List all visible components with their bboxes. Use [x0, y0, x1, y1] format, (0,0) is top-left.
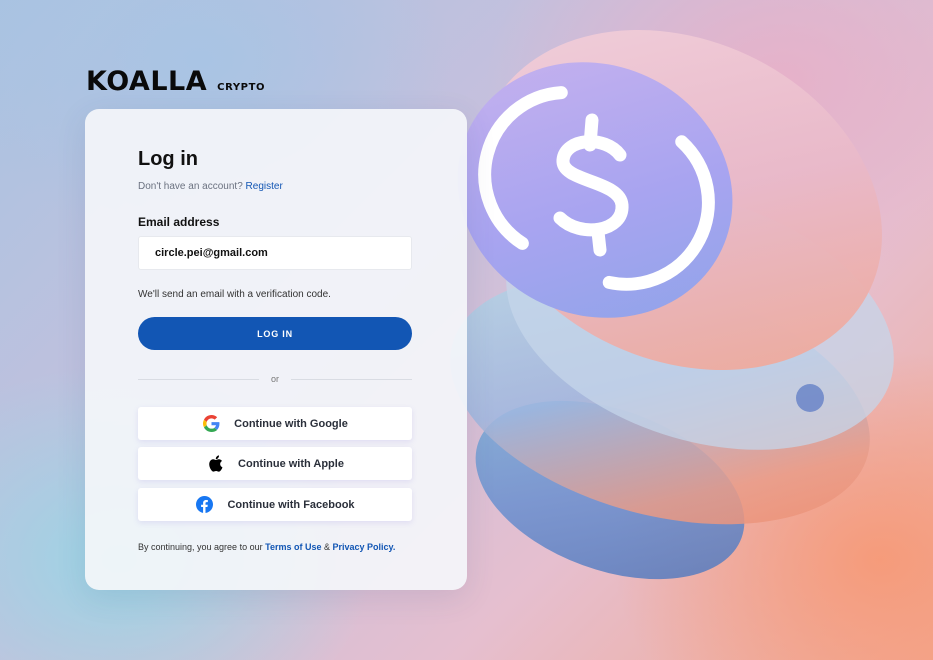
continue-with-apple-button[interactable]: Continue with Apple — [138, 447, 412, 480]
google-button-label: Continue with Google — [234, 417, 348, 430]
apple-button-label: Continue with Apple — [238, 457, 344, 470]
terms-ampersand: & — [323, 542, 330, 552]
register-prompt-text: Don't have an account? — [138, 181, 243, 192]
verification-hint: We'll send an email with a verification … — [138, 289, 331, 300]
apple-icon — [206, 455, 224, 473]
divider-line-left — [138, 378, 259, 380]
divider-text: or — [271, 374, 280, 384]
brand-logo: KOALLA CRYPTO — [86, 66, 265, 97]
divider-line-right — [291, 378, 413, 380]
continue-with-google-button[interactable]: Continue with Google — [138, 407, 412, 440]
terms-of-use-link[interactable]: Terms of Use — [265, 542, 321, 552]
terms-prefix: By continuing, you agree to our — [138, 542, 263, 552]
email-label: Email address — [138, 215, 220, 229]
facebook-icon — [195, 496, 213, 514]
terms-notice: By continuing, you agree to our Terms of… — [138, 542, 395, 552]
privacy-policy-link[interactable]: Privacy Policy. — [333, 542, 396, 552]
continue-with-facebook-button[interactable]: Continue with Facebook — [138, 488, 412, 521]
page-title: Log in — [138, 148, 198, 170]
or-divider: or — [138, 372, 413, 386]
login-button[interactable]: LOG IN — [138, 317, 412, 350]
login-card: Log in Don't have an account? Register E… — [85, 109, 467, 590]
google-icon — [202, 415, 220, 433]
brand-name: KOALLA — [86, 66, 208, 97]
email-field[interactable] — [138, 236, 412, 270]
facebook-button-label: Continue with Facebook — [227, 498, 355, 511]
register-prompt: Don't have an account? Register — [138, 181, 283, 192]
register-link[interactable]: Register — [246, 181, 283, 192]
brand-subtitle: CRYPTO — [217, 82, 266, 93]
